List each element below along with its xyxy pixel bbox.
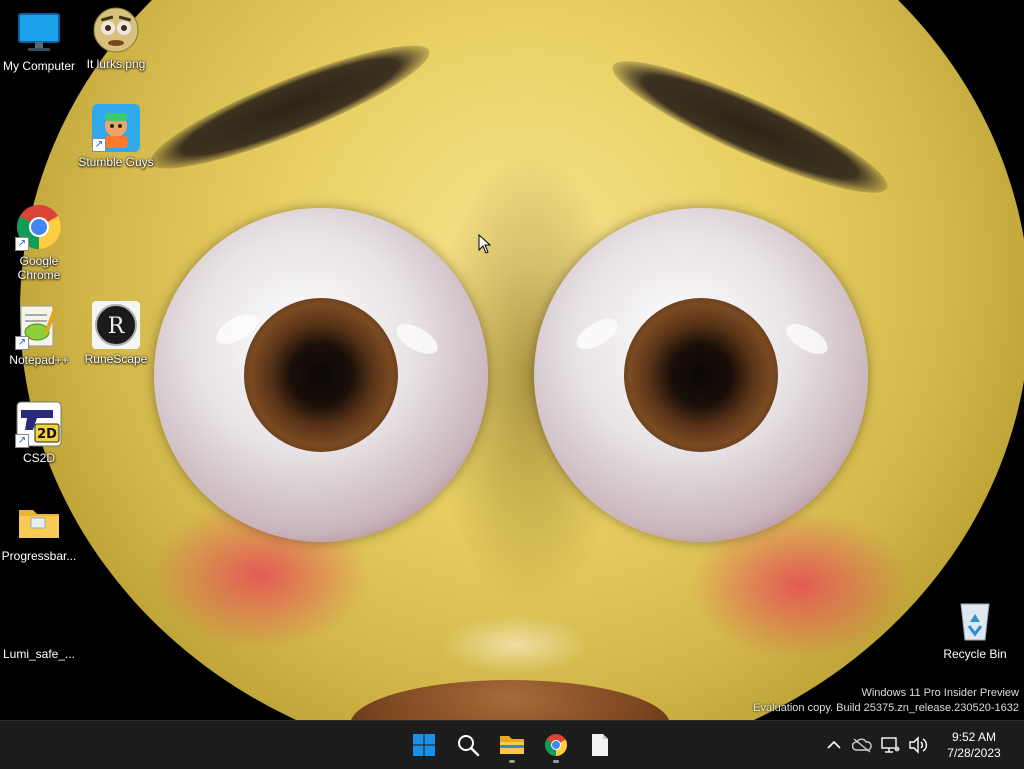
taskbar-clock[interactable]: 9:52 AM 7/28/2023 [932, 729, 1016, 761]
wallpaper-left-eye [154, 208, 488, 542]
desktop-icon-it-lurks[interactable]: It lurks.png [77, 6, 155, 71]
network-button[interactable] [876, 721, 904, 769]
desktop-icon-my-computer[interactable]: My Computer [0, 8, 78, 73]
desktop-icon-lumi-safe[interactable]: Lumi_safe_... [0, 596, 78, 661]
desktop-icon-label: RuneScape [84, 352, 148, 366]
running-indicator [553, 760, 559, 763]
desktop-icon-notepad-plus-plus[interactable]: ↗ Notepad++ [0, 302, 78, 367]
watermark-line-1: Windows 11 Pro Insider Preview [861, 687, 1019, 699]
stumble-guys-icon: ↗ [92, 104, 140, 152]
running-indicator [509, 760, 515, 763]
file-explorer-button[interactable] [492, 727, 532, 763]
desktop-icon-label: Stumble Guys [78, 155, 154, 169]
notepad-taskbar-button[interactable] [580, 727, 620, 763]
desktop-icon-label: My Computer [2, 59, 76, 73]
wallpaper-right-eye [534, 208, 868, 542]
volume-button[interactable] [904, 721, 932, 769]
system-tray: 9:52 AM 7/28/2023 [820, 721, 1024, 769]
desktop-icon-label: Lumi_safe_... [2, 647, 76, 661]
desktop-icon-label: Recycle Bin [943, 647, 1007, 661]
wallpaper-eye-glint [781, 317, 833, 361]
windows-logo-icon [413, 734, 435, 756]
onedrive-button[interactable] [848, 721, 876, 769]
runescape-icon: R [92, 301, 140, 349]
file-explorer-icon [500, 736, 524, 754]
monitor-icon [15, 8, 63, 56]
chrome-icon: ↗ [15, 203, 63, 251]
blank-document-icon [592, 734, 608, 756]
shortcut-arrow-icon: ↗ [92, 138, 106, 152]
notepad-plus-plus-icon: ↗ [15, 302, 63, 350]
image-file-icon [92, 6, 140, 54]
search-button[interactable] [448, 727, 488, 763]
recycle-bin-icon [951, 596, 999, 644]
desktop-icon-label: Google Chrome [17, 254, 61, 282]
taskbar-pinned-apps [404, 727, 620, 763]
chrome-taskbar-button[interactable] [536, 727, 576, 763]
desktop-icon-label: CS2D [22, 451, 55, 465]
shortcut-arrow-icon: ↗ [15, 434, 29, 448]
taskbar: 9:52 AM 7/28/2023 [0, 720, 1024, 769]
desktop-icon-stumble-guys[interactable]: ↗ Stumble Guys [77, 104, 155, 169]
cloud-off-icon [852, 738, 872, 753]
black-file-icon [6, 596, 66, 644]
start-button[interactable] [404, 727, 444, 763]
windows-watermark: Windows 11 Pro Insider Preview Evaluatio… [753, 686, 1019, 716]
shortcut-arrow-icon: ↗ [15, 336, 29, 350]
wallpaper-right-iris [624, 298, 778, 452]
wallpaper-nose [440, 615, 590, 675]
desktop-icon-cs2d[interactable]: 2D ↗ CS2D [0, 400, 78, 465]
cs2d-icon: 2D ↗ [15, 400, 63, 448]
watermark-line-2: Evaluation copy. Build 25375.zn_release.… [753, 702, 1019, 714]
search-icon [458, 735, 480, 757]
desktop-icon-runescape[interactable]: R RuneScape [77, 301, 155, 366]
show-hidden-icons-button[interactable] [820, 721, 848, 769]
svg-text:2D: 2D [37, 427, 57, 442]
desktop-icon-label: Progressbar... [1, 549, 77, 563]
desktop-icon-label: It lurks.png [86, 57, 146, 71]
shortcut-arrow-icon: ↗ [15, 237, 29, 251]
desktop-icon-recycle-bin[interactable]: Recycle Bin [936, 596, 1014, 661]
wallpaper-eye-glint [571, 312, 623, 356]
clock-time: 9:52 AM [951, 730, 997, 744]
chrome-icon [545, 734, 567, 756]
desktop-icon-label: Notepad++ [9, 353, 69, 367]
clock-date: 7/28/2023 [947, 746, 1001, 760]
network-icon [881, 737, 900, 753]
chevron-up-icon [827, 740, 841, 749]
wallpaper-eye-glint [391, 317, 443, 361]
svg-text:R: R [108, 314, 126, 339]
wallpaper-left-iris [244, 298, 398, 452]
folder-icon [15, 498, 63, 546]
volume-icon [909, 736, 928, 754]
mouse-cursor-icon [478, 233, 492, 259]
desktop-icon-google-chrome[interactable]: ↗ Google Chrome [0, 203, 78, 282]
desktop-icon-progressbar[interactable]: Progressbar... [0, 498, 78, 563]
